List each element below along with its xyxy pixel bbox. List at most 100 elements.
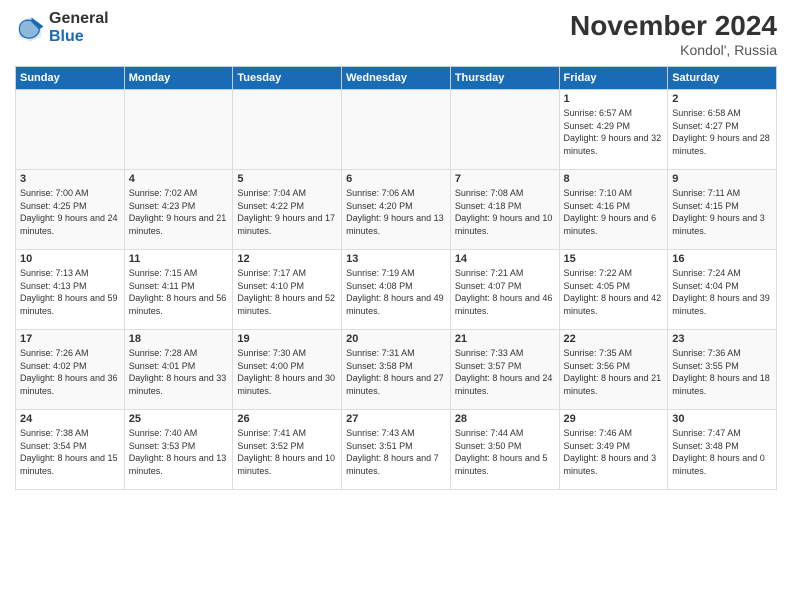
calendar-cell: 25 Sunrise: 7:40 AM Sunset: 3:53 PM Dayli… <box>124 410 233 490</box>
day-number: 28 <box>455 413 555 425</box>
logo-blue-text: Blue <box>49 28 109 46</box>
day-number: 23 <box>672 333 772 345</box>
day-number: 12 <box>237 253 337 265</box>
day-number: 5 <box>237 173 337 185</box>
day-info: Sunrise: 7:36 AM Sunset: 3:55 PM Dayligh… <box>672 347 772 397</box>
day-info: Sunrise: 7:15 AM Sunset: 4:11 PM Dayligh… <box>129 267 229 317</box>
calendar-cell: 28Sunrise: 7:44 AM Sunset: 3:50 PM Dayli… <box>450 410 559 490</box>
calendar-cell: 8 Sunrise: 7:10 AM Sunset: 4:16 PM Daylig… <box>559 170 668 250</box>
calendar-cell: 22 Sunrise: 7:35 AM Sunset: 3:56 PM Dayli… <box>559 330 668 410</box>
col-monday: Monday <box>124 67 233 90</box>
day-number: 9 <box>672 173 772 185</box>
col-saturday: Saturday <box>668 67 777 90</box>
day-number: 10 <box>20 253 120 265</box>
day-number: 19 <box>237 333 337 345</box>
calendar-cell: 4 Sunrise: 7:02 AM Sunset: 4:23 PM Daylig… <box>124 170 233 250</box>
day-number: 7 <box>455 173 555 185</box>
day-info: Sunrise: 7:22 AM Sunset: 4:05 PM Dayligh… <box>564 267 664 317</box>
day-info: Sunrise: 7:06 AM Sunset: 4:20 PM Dayligh… <box>346 187 446 237</box>
calendar-cell: 21 Sunrise: 7:33 AM Sunset: 3:57 PM Dayli… <box>450 330 559 410</box>
day-info: Sunrise: 7:35 AM Sunset: 3:56 PM Dayligh… <box>564 347 664 397</box>
day-number: 25 <box>129 413 229 425</box>
day-number: 24 <box>20 413 120 425</box>
calendar-cell: 10Sunrise: 7:13 AM Sunset: 4:13 PM Dayli… <box>16 250 125 330</box>
day-info: Sunrise: 7:02 AM Sunset: 4:23 PM Dayligh… <box>129 187 229 237</box>
day-info: Sunrise: 7:24 AM Sunset: 4:04 PM Dayligh… <box>672 267 772 317</box>
day-info: Sunrise: 7:08 AM Sunset: 4:18 PM Dayligh… <box>455 187 555 237</box>
day-info: Sunrise: 7:40 AM Sunset: 3:53 PM Dayligh… <box>129 427 229 477</box>
day-number: 4 <box>129 173 229 185</box>
calendar-cell: 6Sunrise: 7:06 AM Sunset: 4:20 PM Daylig… <box>342 170 451 250</box>
day-info: Sunrise: 7:38 AM Sunset: 3:54 PM Dayligh… <box>20 427 120 477</box>
calendar-cell <box>450 90 559 170</box>
calendar-cell: 26 Sunrise: 7:41 AM Sunset: 3:52 PM Dayli… <box>233 410 342 490</box>
calendar-cell: 13Sunrise: 7:19 AM Sunset: 4:08 PM Dayli… <box>342 250 451 330</box>
calendar-cell: 17 Sunrise: 7:26 AM Sunset: 4:02 PM Dayli… <box>16 330 125 410</box>
day-info: Sunrise: 6:58 AM Sunset: 4:27 PM Dayligh… <box>672 107 772 157</box>
calendar-cell: 19 Sunrise: 7:30 AM Sunset: 4:00 PM Dayli… <box>233 330 342 410</box>
logo-icon <box>15 13 45 43</box>
calendar-week-3: 10Sunrise: 7:13 AM Sunset: 4:13 PM Dayli… <box>16 250 777 330</box>
calendar-week-4: 17 Sunrise: 7:26 AM Sunset: 4:02 PM Dayli… <box>16 330 777 410</box>
calendar-cell: 12 Sunrise: 7:17 AM Sunset: 4:10 PM Dayli… <box>233 250 342 330</box>
day-number: 20 <box>346 333 446 345</box>
col-wednesday: Wednesday <box>342 67 451 90</box>
logo: General Blue <box>15 10 109 45</box>
day-info: Sunrise: 7:33 AM Sunset: 3:57 PM Dayligh… <box>455 347 555 397</box>
calendar-cell: 27Sunrise: 7:43 AM Sunset: 3:51 PM Dayli… <box>342 410 451 490</box>
day-info: Sunrise: 7:26 AM Sunset: 4:02 PM Dayligh… <box>20 347 120 397</box>
day-info: Sunrise: 7:43 AM Sunset: 3:51 PM Dayligh… <box>346 427 446 477</box>
calendar-cell: 23 Sunrise: 7:36 AM Sunset: 3:55 PM Dayli… <box>668 330 777 410</box>
calendar-cell <box>124 90 233 170</box>
day-number: 2 <box>672 93 772 105</box>
calendar-cell: 30 Sunrise: 7:47 AM Sunset: 3:48 PM Dayli… <box>668 410 777 490</box>
calendar-cell: 20 Sunrise: 7:31 AM Sunset: 3:58 PM Dayli… <box>342 330 451 410</box>
calendar-week-2: 3 Sunrise: 7:00 AM Sunset: 4:25 PM Daylig… <box>16 170 777 250</box>
col-sunday: Sunday <box>16 67 125 90</box>
logo-text: General Blue <box>49 10 109 45</box>
day-number: 26 <box>237 413 337 425</box>
calendar-cell: 18Sunrise: 7:28 AM Sunset: 4:01 PM Dayli… <box>124 330 233 410</box>
calendar-cell: 1 Sunrise: 6:57 AM Sunset: 4:29 PM Daylig… <box>559 90 668 170</box>
day-info: Sunrise: 7:30 AM Sunset: 4:00 PM Dayligh… <box>237 347 337 397</box>
day-number: 16 <box>672 253 772 265</box>
day-number: 3 <box>20 173 120 185</box>
calendar-cell: 16 Sunrise: 7:24 AM Sunset: 4:04 PM Dayli… <box>668 250 777 330</box>
day-number: 15 <box>564 253 664 265</box>
day-info: Sunrise: 7:11 AM Sunset: 4:15 PM Dayligh… <box>672 187 772 237</box>
calendar-cell <box>16 90 125 170</box>
day-number: 21 <box>455 333 555 345</box>
day-info: Sunrise: 6:57 AM Sunset: 4:29 PM Dayligh… <box>564 107 664 157</box>
calendar-cell: 3 Sunrise: 7:00 AM Sunset: 4:25 PM Daylig… <box>16 170 125 250</box>
calendar-cell: 24 Sunrise: 7:38 AM Sunset: 3:54 PM Dayli… <box>16 410 125 490</box>
day-number: 22 <box>564 333 664 345</box>
calendar-cell: 7 Sunrise: 7:08 AM Sunset: 4:18 PM Daylig… <box>450 170 559 250</box>
day-number: 8 <box>564 173 664 185</box>
day-info: Sunrise: 7:41 AM Sunset: 3:52 PM Dayligh… <box>237 427 337 477</box>
calendar-week-5: 24 Sunrise: 7:38 AM Sunset: 3:54 PM Dayli… <box>16 410 777 490</box>
col-friday: Friday <box>559 67 668 90</box>
day-number: 17 <box>20 333 120 345</box>
day-info: Sunrise: 7:21 AM Sunset: 4:07 PM Dayligh… <box>455 267 555 317</box>
day-number: 1 <box>564 93 664 105</box>
calendar-cell: 9 Sunrise: 7:11 AM Sunset: 4:15 PM Daylig… <box>668 170 777 250</box>
calendar-cell: 11 Sunrise: 7:15 AM Sunset: 4:11 PM Dayli… <box>124 250 233 330</box>
day-info: Sunrise: 7:31 AM Sunset: 3:58 PM Dayligh… <box>346 347 446 397</box>
day-info: Sunrise: 7:00 AM Sunset: 4:25 PM Dayligh… <box>20 187 120 237</box>
day-info: Sunrise: 7:10 AM Sunset: 4:16 PM Dayligh… <box>564 187 664 237</box>
day-number: 30 <box>672 413 772 425</box>
day-number: 11 <box>129 253 229 265</box>
calendar-header-row: Sunday Monday Tuesday Wednesday Thursday… <box>16 67 777 90</box>
calendar-cell <box>342 90 451 170</box>
day-number: 14 <box>455 253 555 265</box>
calendar-cell: 14 Sunrise: 7:21 AM Sunset: 4:07 PM Dayli… <box>450 250 559 330</box>
page: General Blue November 2024 Kondol', Russ… <box>0 0 792 612</box>
day-info: Sunrise: 7:46 AM Sunset: 3:49 PM Dayligh… <box>564 427 664 477</box>
day-info: Sunrise: 7:17 AM Sunset: 4:10 PM Dayligh… <box>237 267 337 317</box>
title-block: November 2024 Kondol', Russia <box>570 10 777 58</box>
calendar-week-1: 1 Sunrise: 6:57 AM Sunset: 4:29 PM Daylig… <box>16 90 777 170</box>
calendar-cell <box>233 90 342 170</box>
location: Kondol', Russia <box>570 42 777 58</box>
day-info: Sunrise: 7:47 AM Sunset: 3:48 PM Dayligh… <box>672 427 772 477</box>
day-number: 29 <box>564 413 664 425</box>
